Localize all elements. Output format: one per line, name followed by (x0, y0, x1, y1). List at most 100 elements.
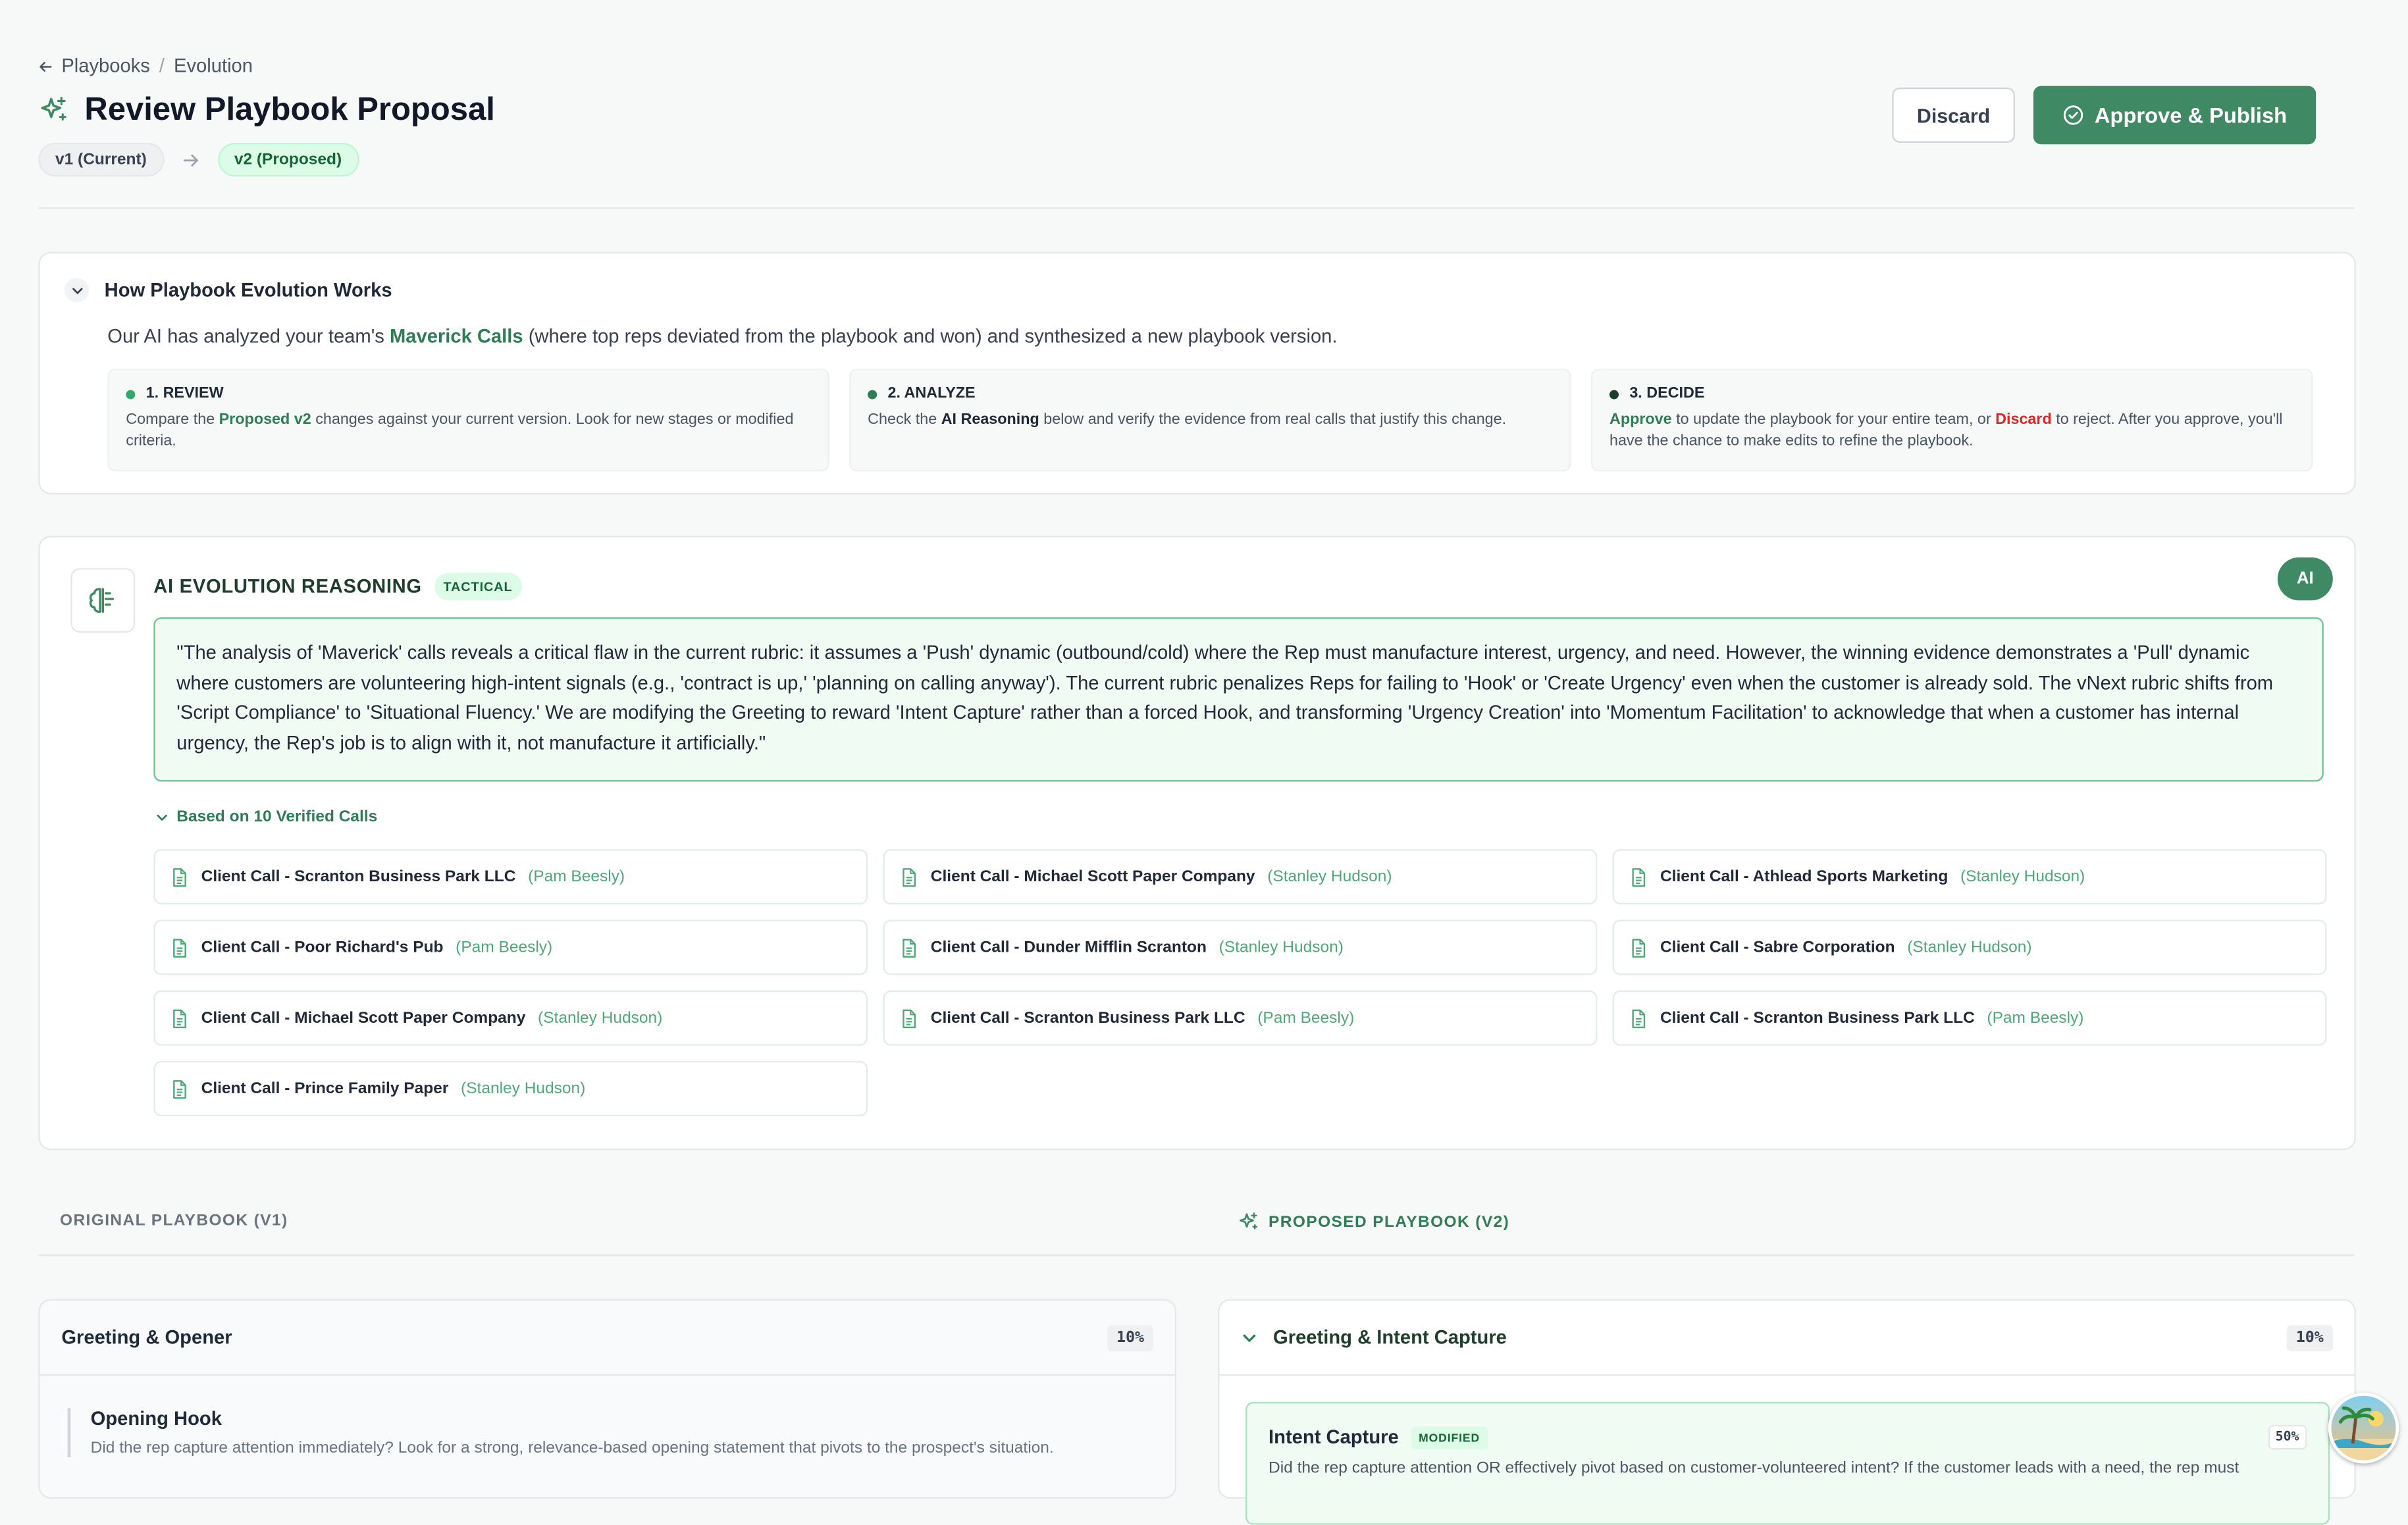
steps-list: 1. REVIEW Compare the Proposed v2 change… (107, 368, 2313, 472)
call-rep: (Pam Beesly) (456, 938, 553, 957)
version-proposed-badge: v2 (Proposed) (217, 142, 359, 177)
tactical-badge: TACTICAL (434, 573, 522, 601)
approve-publish-button[interactable]: Approve & Publish (2033, 86, 2316, 145)
maverick-calls-highlight: Maverick Calls (389, 325, 523, 348)
call-title: Client Call - Scranton Business Park LLC (1660, 1008, 1975, 1027)
columns-divider (38, 1254, 2355, 1256)
breadcrumb-separator: / (159, 55, 165, 77)
verified-calls-list: Client Call - Scranton Business Park LLC… (153, 849, 2327, 1117)
verified-call-item[interactable]: Client Call - Poor Richard's Pub (Pam Bee… (153, 919, 868, 975)
proposed-section-title: Greeting & Intent Capture (1273, 1326, 1507, 1349)
call-rep: (Pam Beesly) (1987, 1008, 2084, 1027)
criterion-name: Intent Capture (1269, 1426, 1399, 1449)
breadcrumb-current: Evolution (174, 55, 253, 77)
proposed-playbook-heading: PROPOSED PLAYBOOK (V2) (1269, 1213, 1510, 1232)
verified-call-item[interactable]: Client Call - Michael Scott Paper Compan… (883, 849, 1598, 905)
user-avatar[interactable] (2328, 1393, 2399, 1464)
call-rep: (Stanley Hudson) (1907, 938, 2032, 957)
call-title: Client Call - Michael Scott Paper Compan… (930, 867, 1255, 887)
step-decide: 3. DECIDE Approve to update the playbook… (1590, 368, 2313, 472)
call-rep: (Stanley Hudson) (1267, 867, 1392, 887)
call-rep: (Stanley Hudson) (1960, 867, 2085, 887)
verified-call-item[interactable]: Client Call - Scranton Business Park LLC… (883, 990, 1598, 1046)
call-title: Client Call - Scranton Business Park LLC (201, 867, 516, 887)
call-rep: (Pam Beesly) (1257, 1008, 1355, 1027)
original-playbook-heading: ORIGINAL PLAYBOOK (V1) (59, 1211, 288, 1230)
verified-call-item[interactable]: Client Call - Dunder Mifflin Scranton (St… (883, 919, 1598, 975)
verified-calls-toggle[interactable]: Based on 10 Verified Calls (155, 808, 377, 826)
call-title: Client Call - Athlead Sports Marketing (1660, 867, 1949, 887)
breadcrumb: Playbooks / Evolution (38, 55, 253, 77)
breadcrumb-playbooks-link[interactable]: Playbooks (61, 55, 150, 77)
proposed-criterion: Intent Capture MODIFIED 50% Did the rep … (1245, 1402, 2330, 1525)
step-dot (1609, 389, 1619, 399)
modified-badge: MODIFIED (1411, 1426, 1488, 1449)
chevron-down-icon (64, 278, 90, 303)
arrow-right-icon (182, 153, 197, 166)
approve-label: Approve & Publish (2094, 103, 2288, 128)
original-section-title: Greeting & Opener (61, 1326, 232, 1349)
verified-call-item[interactable]: Client Call - Scranton Business Park LLC… (153, 849, 868, 905)
step-analyze: 2. ANALYZE Check the AI Reasoning below … (849, 368, 1571, 472)
step-title: 2. ANALYZE (887, 385, 976, 403)
description-text-end: (where top reps deviated from the playbo… (523, 325, 1338, 348)
original-criterion: Opening Hook Did the rep capture attenti… (67, 1408, 1166, 1458)
call-title: Client Call - Poor Richard's Pub (201, 938, 444, 957)
proposed-section-header[interactable]: Greeting & Intent Capture 10% (1219, 1301, 2355, 1376)
criterion-name: Opening Hook (90, 1408, 222, 1430)
how-it-works-toggle[interactable]: How Playbook Evolution Works (64, 278, 392, 303)
file-text-icon (173, 1079, 186, 1099)
original-section-card: Greeting & Opener 10% Opening Hook Did t… (38, 1299, 1177, 1499)
call-title: Client Call - Michael Scott Paper Compan… (201, 1008, 526, 1027)
step-dot (868, 389, 877, 399)
version-indicator: v1 (Current) v2 (Proposed) (38, 142, 359, 177)
step-text: Compare the Proposed v2 changes against … (126, 410, 811, 453)
criterion-description: Did the rep capture attention immediatel… (90, 1439, 1054, 1458)
chevron-down-icon (1243, 1333, 1256, 1341)
how-it-works-title: How Playbook Evolution Works (104, 279, 392, 301)
call-title: Client Call - Sabre Corporation (1660, 938, 1895, 957)
original-section-header: Greeting & Opener 10% (39, 1301, 1175, 1376)
step-review: 1. REVIEW Compare the Proposed v2 change… (107, 368, 829, 472)
file-text-icon (1632, 867, 1646, 887)
step-title: 1. REVIEW (145, 385, 224, 403)
verified-call-item[interactable]: Client Call - Athlead Sports Marketing (S… (1612, 849, 2327, 905)
call-rep: (Stanley Hudson) (1218, 938, 1344, 957)
verified-call-item[interactable]: Client Call - Michael Scott Paper Compan… (153, 990, 868, 1046)
verified-call-item[interactable]: Client Call - Sabre Corporation (Stanley … (1612, 919, 2327, 975)
step-highlight: Proposed v2 (219, 411, 311, 428)
step-dot (126, 389, 136, 399)
sparkles-icon (1240, 1212, 1258, 1229)
discard-button[interactable]: Discard (1892, 87, 2015, 143)
step-highlight-approve: Approve (1609, 411, 1672, 428)
file-text-icon (173, 938, 186, 957)
file-text-icon (903, 938, 916, 957)
file-text-icon (1632, 938, 1646, 957)
reasoning-quote: "The analysis of 'Maverick' calls reveal… (153, 617, 2324, 782)
file-text-icon (903, 867, 916, 887)
how-it-works-panel: How Playbook Evolution Works Our AI has … (38, 251, 2356, 495)
description-text: Our AI has analyzed your team's (107, 325, 390, 348)
file-text-icon (173, 1008, 186, 1027)
verified-call-item[interactable]: Client Call - Prince Family Paper (Stanle… (153, 1061, 868, 1117)
call-title: Client Call - Prince Family Paper (201, 1079, 449, 1099)
version-current-badge: v1 (Current) (38, 142, 164, 177)
how-it-works-description: Our AI has analyzed your team's Maverick… (107, 326, 1337, 348)
file-text-icon (173, 867, 186, 887)
call-rep: (Stanley Hudson) (538, 1008, 663, 1027)
verified-call-item[interactable]: Client Call - Scranton Business Park LLC… (1612, 990, 2327, 1046)
page-title: Review Playbook Proposal (84, 91, 495, 128)
step-text-part: below and verify the evidence from real … (1039, 411, 1507, 428)
step-text: Approve to update the playbook for your … (1610, 410, 2295, 453)
ai-reasoning-panel: AI EVOLUTION REASONING TACTICAL AI "The … (38, 536, 2356, 1150)
step-text: Check the AI Reasoning below and verify … (868, 410, 1553, 432)
step-text-part: Check the (868, 411, 941, 428)
step-highlight: AI Reasoning (941, 411, 1039, 428)
call-rep: (Pam Beesly) (528, 867, 625, 887)
call-rep: (Stanley Hudson) (461, 1079, 586, 1099)
brain-icon (70, 568, 136, 633)
file-text-icon (1632, 1008, 1646, 1027)
weight-badge: 10% (1107, 1324, 1154, 1351)
step-title: 3. DECIDE (1629, 385, 1705, 403)
weight-badge: 10% (2286, 1324, 2333, 1351)
